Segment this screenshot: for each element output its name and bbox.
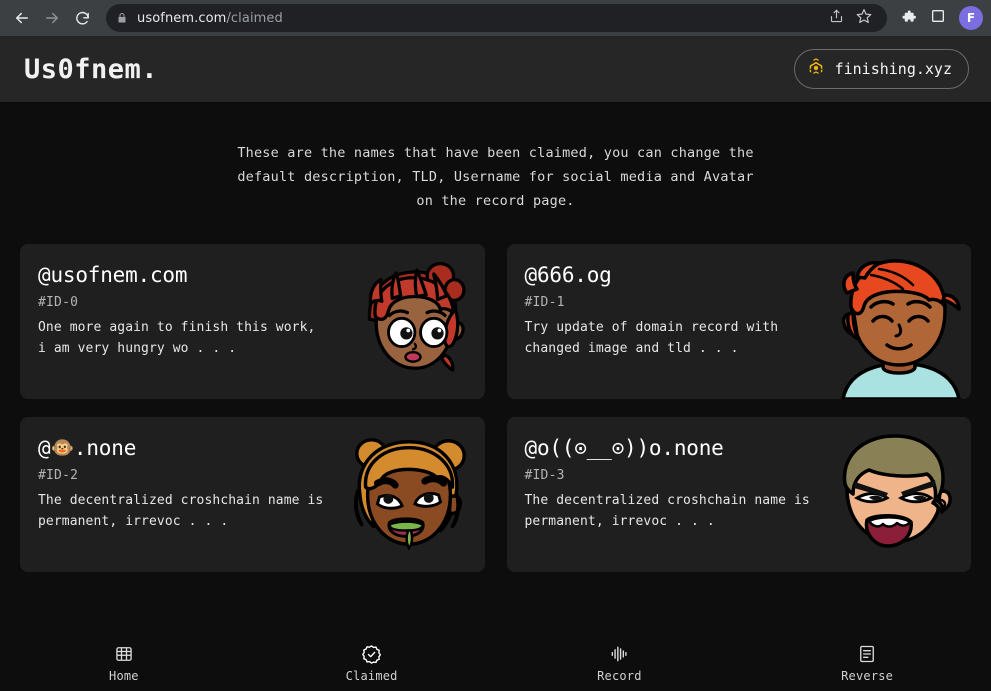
- intro-text: These are the names that have been claim…: [0, 103, 991, 213]
- url-text: usofnem.com/claimed: [137, 11, 283, 26]
- url-domain: usofnem.com: [137, 10, 227, 26]
- card-title-emoji: 🐵: [50, 436, 74, 459]
- page-content: Us0fnem. finishing.xyz These are the nam…: [0, 36, 991, 691]
- card-description: One more again to finish this work, i am…: [38, 320, 316, 356]
- card-title-prefix: @: [38, 436, 51, 460]
- card-title: @usofnem.com: [38, 262, 467, 288]
- claimed-names-grid: @usofnem.com #ID-0 One more again to fin…: [0, 244, 991, 572]
- claimed-name-card[interactable]: @o((⊙__⊙))o.none #ID-3 The decentralized…: [506, 417, 971, 572]
- card-id: #ID-1: [524, 295, 565, 310]
- back-button[interactable]: [8, 4, 36, 32]
- side-panel-button[interactable]: [925, 5, 951, 31]
- nav-label-reverse: Reverse: [841, 669, 894, 683]
- card-id: #ID-0: [38, 295, 79, 310]
- toolbar-actions: F: [895, 5, 983, 31]
- brand-logo[interactable]: Us0fnem.: [24, 54, 158, 85]
- card-title: @ 🐵 .none: [38, 435, 467, 461]
- claimed-name-card[interactable]: @ 🐵 .none #ID-2 The decentralized croshc…: [20, 417, 485, 572]
- forward-button[interactable]: [38, 4, 66, 32]
- forward-arrow-icon: [43, 9, 61, 27]
- extensions-button[interactable]: [895, 5, 921, 31]
- address-bar[interactable]: usofnem.com/claimed: [106, 4, 887, 32]
- verified-badge-icon: [361, 643, 382, 665]
- chain-badge-label: finishing.xyz: [834, 60, 952, 78]
- card-id: #ID-3: [524, 468, 565, 483]
- lock-icon: [116, 11, 128, 25]
- nav-item-home[interactable]: Home: [0, 643, 248, 683]
- card-title: @o((⊙__⊙))o.none: [525, 435, 954, 461]
- nav-item-record[interactable]: Record: [496, 643, 744, 683]
- nav-item-reverse[interactable]: Reverse: [743, 643, 991, 683]
- waveform-icon: [608, 643, 630, 665]
- document-lines-icon: [857, 643, 877, 665]
- bottom-navigation: Home Claimed Record Reverse: [0, 635, 991, 691]
- nav-label-record: Record: [597, 669, 642, 683]
- browser-toolbar: usofnem.com/claimed F: [0, 0, 991, 36]
- card-title-prefix: @666.og: [524, 263, 612, 287]
- grid-icon: [114, 643, 134, 665]
- nav-label-claimed: Claimed: [345, 669, 398, 683]
- url-path: /claimed: [226, 10, 283, 26]
- chain-badge[interactable]: finishing.xyz: [793, 49, 969, 89]
- bookmark-button[interactable]: [851, 5, 877, 31]
- card-title: @666.og: [525, 262, 954, 288]
- site-header: Us0fnem. finishing.xyz: [0, 36, 991, 103]
- side-panel-icon: [930, 8, 946, 28]
- card-title-suffix: .none: [73, 436, 137, 460]
- share-icon: [829, 9, 844, 28]
- reload-button[interactable]: [68, 4, 96, 32]
- nav-label-home: Home: [109, 669, 139, 683]
- nav-item-claimed[interactable]: Claimed: [248, 643, 496, 683]
- share-button[interactable]: [823, 5, 849, 31]
- card-description: The decentralized croshchain name is per…: [524, 493, 810, 529]
- puzzle-piece-icon: [900, 8, 917, 29]
- omnibox-actions: [815, 5, 877, 31]
- intro-line-3: on the record page.: [416, 193, 575, 209]
- card-id: #ID-2: [38, 468, 79, 483]
- card-title-prefix: @usofnem.com: [38, 263, 188, 287]
- claimed-name-card[interactable]: @usofnem.com #ID-0 One more again to fin…: [20, 244, 485, 399]
- reload-icon: [74, 10, 91, 27]
- bnb-chain-icon: [805, 56, 827, 82]
- card-description: Try update of domain record with changed…: [524, 320, 779, 356]
- card-title-prefix: @o((⊙__⊙))o.none: [524, 436, 724, 460]
- profile-avatar[interactable]: F: [959, 6, 983, 30]
- claimed-name-card[interactable]: @666.og #ID-1 Try update of domain recor…: [506, 244, 971, 399]
- card-description: The decentralized croshchain name is per…: [38, 493, 324, 529]
- intro-line-1: These are the names that have been claim…: [237, 145, 754, 161]
- intro-line-2: default description, TLD, Username for s…: [237, 169, 754, 185]
- back-arrow-icon: [13, 9, 31, 27]
- star-icon: [856, 8, 872, 28]
